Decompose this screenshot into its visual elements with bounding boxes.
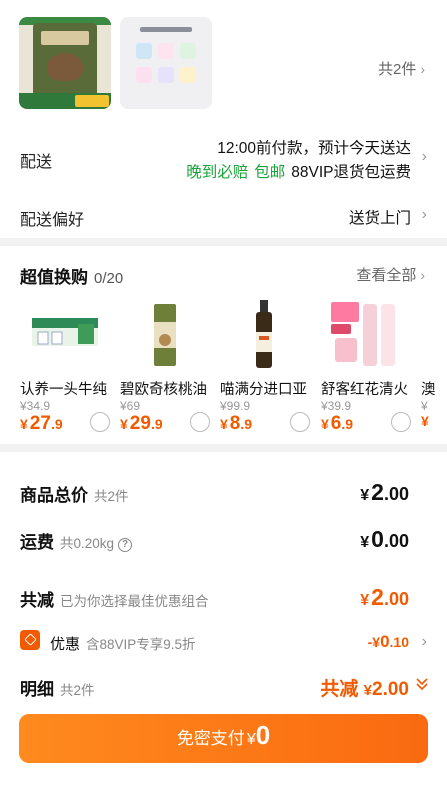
deal-select-radio[interactable] xyxy=(190,412,210,432)
chevron-right-icon: › xyxy=(420,267,425,283)
delivery-label: 配送 xyxy=(20,154,53,171)
subtotal-label: 商品总价 共2件 xyxy=(20,486,129,505)
toothpaste-product-image xyxy=(331,302,395,366)
password-free-pay-button[interactable]: 免密支付 ¥0 xyxy=(19,714,428,763)
total-discount-label: 共减 已为你选择最佳优惠组合 xyxy=(20,591,209,610)
deal-item-partial[interactable]: 澳 ¥ ¥ xyxy=(421,298,447,438)
coupon-value[interactable]: -¥0.10 xyxy=(368,632,409,652)
deal-price: ¥6.9 xyxy=(321,413,354,434)
addon-deals-card: 超值换购 0/20 查看全部 › 认养一头牛纯 ¥34.9 ¥27.9 碧欧奇核桃油… xyxy=(0,246,447,444)
double-chevron-down-icon[interactable] xyxy=(415,676,429,692)
deal-price: ¥8.9 xyxy=(220,413,253,434)
pet-food-bag-image xyxy=(33,23,97,97)
total-discount-value: ¥2.00 xyxy=(360,584,409,610)
deal-price: ¥27.9 xyxy=(20,413,63,434)
genuine-badge xyxy=(75,95,109,107)
product-thumbnail-instinct[interactable] xyxy=(19,17,111,109)
delivery-pref-chevron-icon[interactable]: › xyxy=(422,206,427,224)
vip-return-tag: 88VIP退货包运费 xyxy=(291,164,411,181)
deal-select-radio[interactable] xyxy=(391,412,411,432)
coupon-chevron-icon[interactable]: › xyxy=(422,633,427,651)
delivery-chevron-icon[interactable]: › xyxy=(422,148,427,166)
deals-title: 超值换购 0/20 xyxy=(20,268,124,287)
item-count-link[interactable]: 共2件 › xyxy=(378,58,425,79)
help-icon[interactable]: ? xyxy=(118,538,133,552)
product-thumbnail-samples[interactable] xyxy=(120,17,212,109)
delivery-pref-label: 配送偏好 xyxy=(20,212,85,229)
coupon-label: 优惠 含88VIP专享9.5折 xyxy=(50,636,196,653)
deal-price: ¥29.9 xyxy=(120,413,163,434)
subtotal-value: ¥2.00 xyxy=(360,479,409,505)
deal-item[interactable]: 喵满分进口亚 ¥99.9 ¥8.9 xyxy=(220,298,320,438)
shipping-fee-value: ¥0.00 xyxy=(360,526,409,552)
delivery-eta: 12:00前付款，预计今天送达 xyxy=(217,140,411,157)
order-items-card: 共2件 › 配送 12:00前付款，预计今天送达 晚到必赔 包邮 88VIP退货包运费… xyxy=(0,0,447,238)
walnut-oil-product-image xyxy=(154,304,176,366)
oil-bottle-product-image xyxy=(256,300,272,368)
deal-item[interactable]: 舒客红花清火 ¥39.9 ¥6.9 xyxy=(321,298,421,438)
chevron-right-icon: › xyxy=(420,61,425,77)
deal-price: ¥ xyxy=(421,413,429,429)
see-all-link[interactable]: 查看全部 › xyxy=(356,264,425,285)
deal-item[interactable]: 认养一头牛纯 ¥34.9 ¥27.9 xyxy=(20,298,120,438)
shipping-fee-label: 运费 共0.20kg? xyxy=(20,528,133,553)
detail-discount-value[interactable]: 共减 ¥2.00 xyxy=(320,674,409,701)
milk-product-image xyxy=(32,318,98,346)
deal-item[interactable]: 碧欧奇核桃油 ¥69 ¥29.9 xyxy=(120,298,220,438)
detail-label: 明细 共2件 xyxy=(20,680,95,699)
free-shipping-tag: 包邮 xyxy=(254,164,286,181)
deals-count: 0/20 xyxy=(94,270,124,287)
delivery-pref-value[interactable]: 送货上门 xyxy=(349,206,411,228)
deal-select-radio[interactable] xyxy=(290,412,310,432)
deal-select-radio[interactable] xyxy=(90,412,110,432)
late-compensation-tag: 晚到必赔 xyxy=(186,164,249,181)
delivery-guarantees: 晚到必赔 包邮 88VIP退货包运费 xyxy=(186,160,411,182)
coupon-tag-icon xyxy=(20,630,40,650)
